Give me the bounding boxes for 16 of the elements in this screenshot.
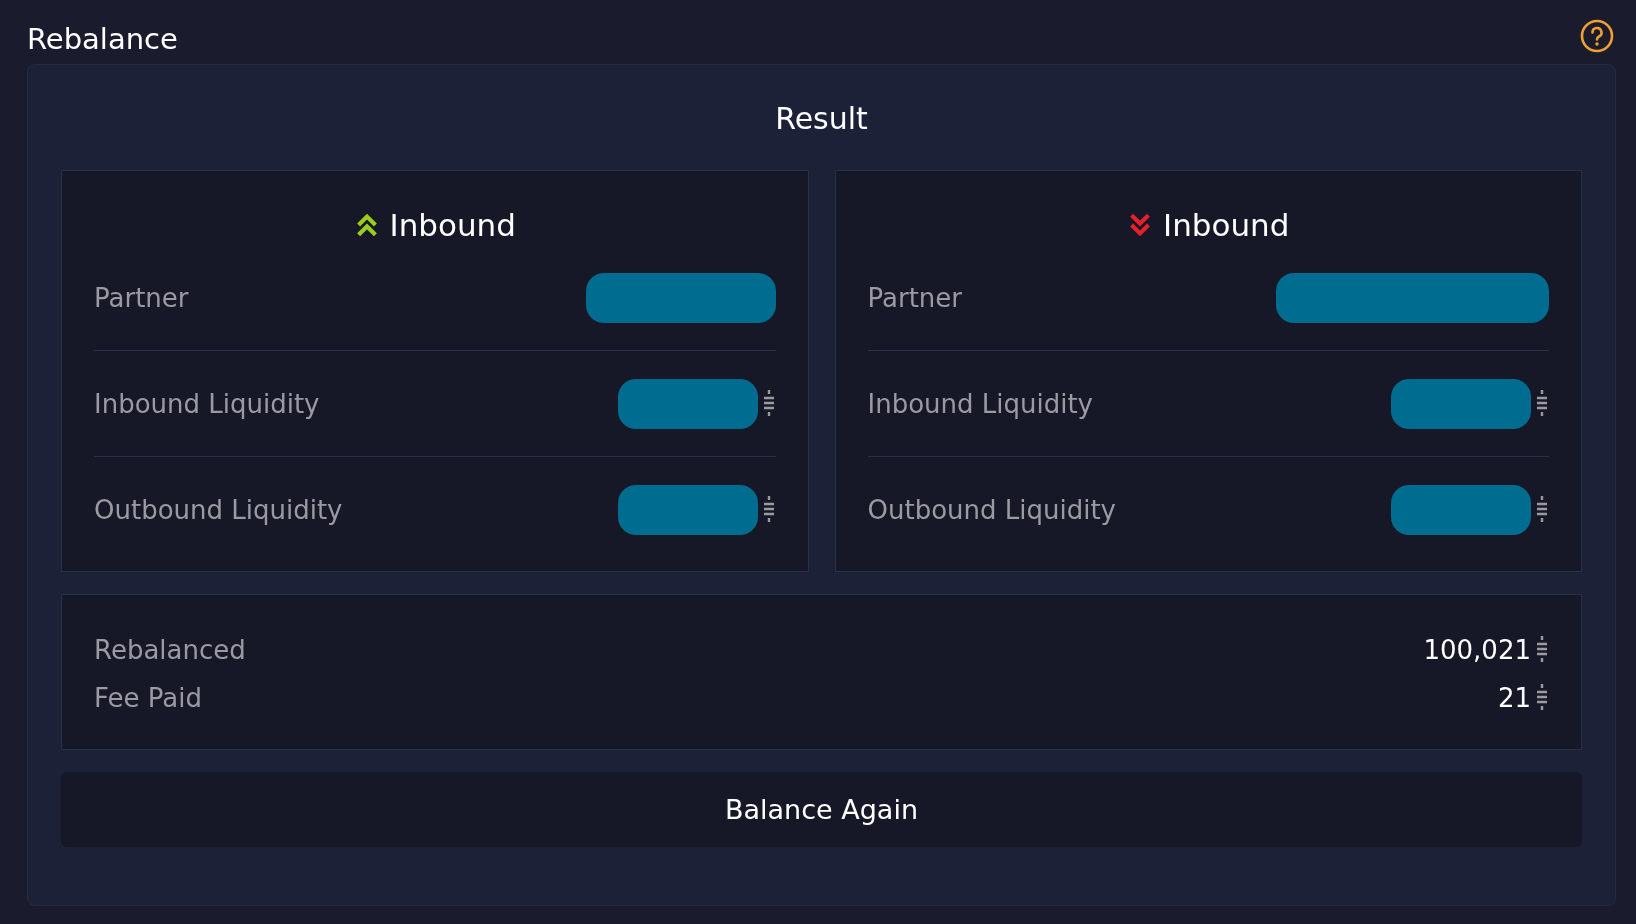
- card-heading: Inbound: [389, 207, 516, 243]
- result-title: Result: [774, 100, 869, 138]
- card-heading: Inbound: [1163, 207, 1290, 243]
- row-label: Partner: [867, 282, 962, 313]
- row-label: Outbound Liquidity: [867, 494, 1116, 525]
- row-label: Inbound Liquidity: [94, 388, 320, 419]
- row-label: Outbound Liquidity: [94, 494, 343, 525]
- row-label: Inbound Liquidity: [867, 388, 1093, 419]
- summary-label: Rebalanced: [94, 635, 246, 665]
- summary-value: 21: [1497, 683, 1531, 713]
- balance-again-button[interactable]: Balance Again: [61, 772, 1582, 847]
- summary-value: 100,021: [1423, 635, 1531, 665]
- row-label: Partner: [94, 282, 189, 313]
- help-icon[interactable]: [1580, 19, 1614, 53]
- page-title: Rebalance: [27, 22, 178, 56]
- summary-label: Fee Paid: [94, 683, 202, 713]
